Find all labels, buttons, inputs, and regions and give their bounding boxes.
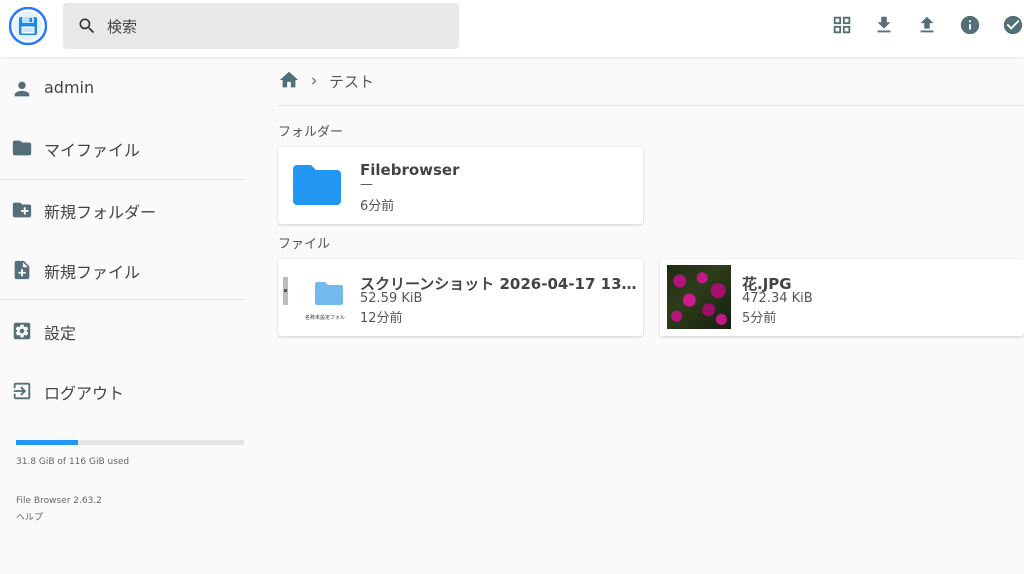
folder-icon xyxy=(11,137,33,159)
sidebar-divider xyxy=(0,179,245,180)
file-modified: 12分前 xyxy=(360,311,403,326)
folder-icon xyxy=(291,161,343,209)
search-input[interactable] xyxy=(105,3,449,51)
breadcrumb-divider xyxy=(278,105,1024,106)
sidebar-item-label: 新規フォルダー xyxy=(44,203,157,222)
sidebar-item-new-file[interactable]: 新規ファイル xyxy=(0,241,245,297)
app-version: File Browser 2.63.2 xyxy=(16,496,102,506)
create-new-folder-icon xyxy=(11,199,33,221)
sidebar-item-settings[interactable]: 設定 xyxy=(0,302,245,358)
folder-size: — xyxy=(360,177,373,192)
sidebar-item-label: 設定 xyxy=(44,324,77,343)
folders-section-title: フォルダー xyxy=(278,125,344,140)
sidebar-item-label: ログアウト xyxy=(44,384,125,403)
sidebar-item-label: マイファイル xyxy=(44,141,141,160)
sidebar-item-label: 新規ファイル xyxy=(44,263,141,282)
settings-icon xyxy=(11,320,33,342)
folder-card[interactable]: Filebrowser — 6分前 xyxy=(278,147,643,224)
breadcrumb-current[interactable]: テスト xyxy=(329,71,374,92)
flower-photo-thumbnail xyxy=(667,265,731,329)
app-header xyxy=(0,0,1024,57)
file-card[interactable]: 名称未設定フォル スクリーンショット 2026-04-17 13.... 52.… xyxy=(278,259,643,336)
help-link[interactable]: ヘルプ xyxy=(16,510,43,523)
info-icon[interactable] xyxy=(959,14,981,36)
search-box[interactable] xyxy=(63,3,459,51)
disk-usage-fill xyxy=(16,440,79,445)
file-thumbnail: 名称未設定フォル xyxy=(283,267,349,329)
folder-modified: 6分前 xyxy=(360,199,395,214)
sidebar-item-logout[interactable]: ログアウト xyxy=(0,362,245,418)
person-icon xyxy=(11,78,33,100)
chevron-right-icon xyxy=(307,73,321,87)
disk-usage-text: 31.8 GiB of 116 GiB used xyxy=(16,457,130,467)
sidebar-divider xyxy=(0,299,245,300)
exit-to-app-icon xyxy=(11,380,33,402)
note-add-icon xyxy=(11,259,33,281)
file-card[interactable]: 花.JPG 472.34 KiB 5分前 xyxy=(660,259,1024,336)
check-circle-icon[interactable] xyxy=(1002,14,1024,36)
sidebar-item-new-folder[interactable]: 新規フォルダー xyxy=(0,181,245,237)
file-modified: 5分前 xyxy=(742,311,777,326)
disk-usage-bar xyxy=(16,440,244,445)
upload-icon[interactable] xyxy=(916,14,938,36)
files-section-title: ファイル xyxy=(278,237,331,252)
download-icon[interactable] xyxy=(873,14,895,36)
folder-name: Filebrowser xyxy=(360,161,460,179)
sidebar: admin マイファイル 新規フォルダー 新規ファイル 設定 ログアウト 31.… xyxy=(0,57,245,574)
file-size: 52.59 KiB xyxy=(360,291,423,306)
home-icon[interactable] xyxy=(278,69,300,91)
sidebar-item-my-files[interactable]: マイファイル xyxy=(0,119,245,175)
search-icon xyxy=(77,16,97,36)
thumbnail-caption: 名称未設定フォル xyxy=(305,315,346,321)
sidebar-item-label: admin xyxy=(44,78,95,97)
sidebar-item-admin[interactable]: admin xyxy=(0,60,245,116)
folder-icon xyxy=(314,279,344,307)
grid-view-icon[interactable] xyxy=(831,14,853,36)
file-size: 472.34 KiB xyxy=(742,291,813,306)
filebrowser-logo-icon[interactable] xyxy=(8,6,48,46)
